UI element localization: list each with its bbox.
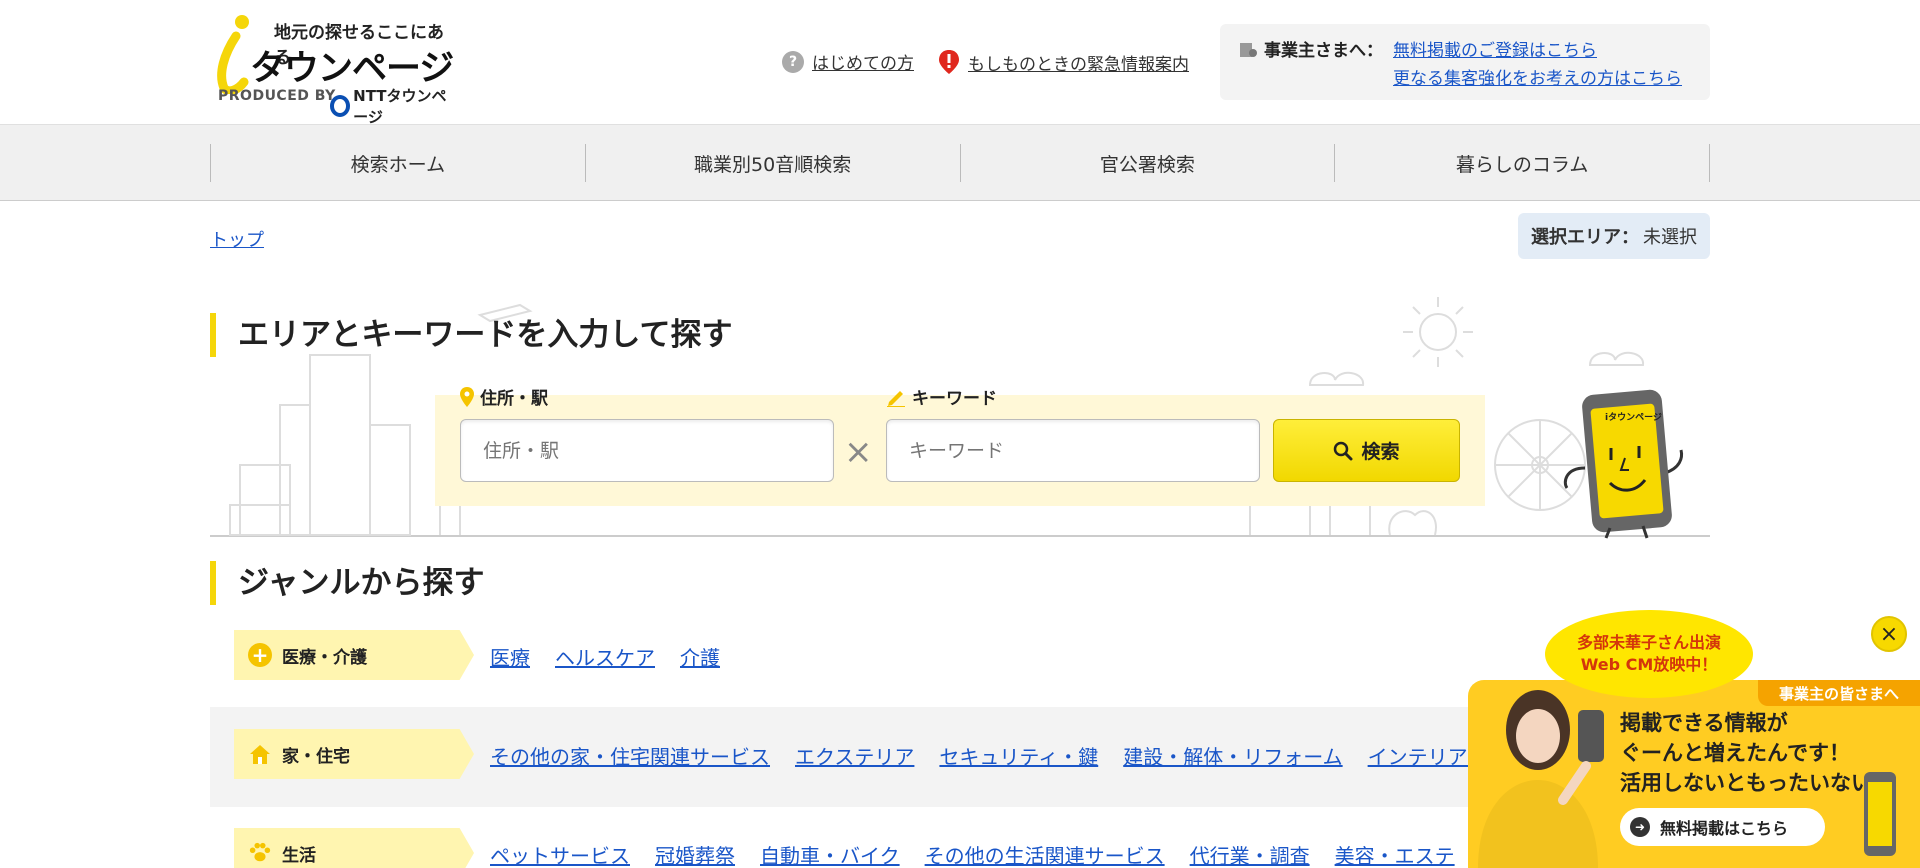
promo-phone-icon: [1578, 710, 1604, 762]
nav-item-government-search[interactable]: 官公署検索: [959, 144, 1335, 182]
emergency-link[interactable]: もしものときの緊急情報案内: [968, 50, 1189, 75]
promo-mascot-image: [1864, 772, 1896, 856]
question-icon: ?: [782, 50, 804, 73]
promo-header: 事業主の皆さまへ: [1758, 680, 1920, 706]
mascot-screen-text: iタウンページ: [1605, 411, 1662, 423]
paw-icon: [248, 841, 272, 865]
address-input[interactable]: [460, 419, 834, 482]
keyword-label: キーワード: [886, 384, 997, 409]
business-owner-text: 事業主さまへ：: [1264, 41, 1383, 61]
house-icon: [248, 742, 272, 766]
nav-item-search-home[interactable]: 検索ホーム: [210, 144, 585, 182]
genre-link[interactable]: 代行業・調査: [1190, 840, 1310, 868]
global-nav: 検索ホーム 職業別50音順検索 官公署検索 暮らしのコラム: [0, 124, 1920, 201]
genre-link[interactable]: エクステリア: [795, 741, 914, 770]
genre-link[interactable]: 冠婚葬祭: [655, 840, 735, 868]
first-time-link[interactable]: はじめての方: [812, 49, 914, 74]
genre-links-housing: その他の家・住宅関連サービス エクステリア セキュリティ・鍵 建設・解体・リフォ…: [490, 741, 1508, 770]
plus-icon: +: [248, 643, 272, 667]
promo-text-line1: 掲載できる情報が: [1620, 711, 1788, 735]
selected-area-label: 選択エリア：: [1531, 227, 1639, 248]
genre-link[interactable]: 建設・解体・リフォーム: [1123, 741, 1342, 770]
genre-label: 家・住宅: [282, 746, 350, 767]
address-label-text: 住所・駅: [480, 389, 548, 409]
genre-link[interactable]: 介護: [680, 642, 720, 671]
breadcrumb-top[interactable]: トップ: [210, 226, 264, 252]
promo-woman-image: [1478, 690, 1604, 868]
promo-button-label: 無料掲載はこちら: [1660, 819, 1789, 838]
pencil-icon: [887, 390, 905, 407]
promo-text-line2: ぐーんと増えたんです！: [1620, 741, 1850, 765]
search-icon: [1334, 441, 1353, 460]
business-icon: [1240, 42, 1257, 57]
free-register-link[interactable]: 無料掲載のご登録はこちら: [1393, 36, 1597, 61]
arrow-right-icon: ➜: [1630, 817, 1650, 837]
genre-link[interactable]: 自動車・バイク: [760, 840, 900, 868]
keyword-input[interactable]: [886, 419, 1260, 482]
promo-bubble-line2: Web CM放映中！: [1580, 655, 1718, 674]
genre-link[interactable]: セキュリティ・鍵: [939, 741, 1098, 770]
genre-link[interactable]: 医療: [490, 642, 530, 671]
promo-text: 掲載できる情報が ぐーんと増えたんです！ 活用しないともったいない！: [1620, 708, 1900, 798]
nav-item-category-search[interactable]: 職業別50音順検索: [584, 144, 960, 182]
genre-link[interactable]: ヘルスケア: [555, 642, 655, 671]
genre-tag-medical: + 医療・介護: [234, 630, 474, 680]
emergency-link-wrap: もしものときの緊急情報案内: [938, 49, 1189, 75]
search-button-label: 検索: [1361, 441, 1400, 463]
promo-free-listing-button[interactable]: ➜ 無料掲載はこちら: [1620, 808, 1825, 846]
genre-links-medical: 医療 ヘルスケア 介護: [490, 642, 720, 671]
promo-close-button[interactable]: ×: [1871, 616, 1907, 652]
times-separator: ×: [844, 432, 873, 472]
keyword-label-text: キーワード: [912, 389, 997, 409]
logo-produced-by: PRODUCED BY: [218, 88, 336, 104]
site-header: 地元の探せるここにある タウンページ PRODUCED BY NTTタウンページ…: [0, 0, 1920, 126]
business-owner-box: 事業主さまへ： 無料掲載のご登録はこちら 更なる集客強化をお考えの方はこちら: [1220, 24, 1710, 100]
genre-tag-life: 生活: [234, 828, 474, 868]
business-owner-label: 事業主さまへ：: [1238, 36, 1383, 61]
genre-links-life: ペットサービス 冠婚葬祭 自動車・バイク その他の生活関連サービス 代行業・調査…: [490, 840, 1455, 868]
logo-ntt-text: NTTタウンページ: [353, 87, 447, 126]
promo-bubble: 多部未華子さん出演 Web CM放映中！: [1545, 610, 1753, 698]
promo-bubble-line1: 多部未華子さん出演: [1576, 633, 1721, 652]
address-label: 住所・駅: [460, 384, 548, 409]
genre-link[interactable]: ペットサービス: [490, 840, 630, 868]
ntt-mark-icon: [330, 95, 351, 117]
genre-search-title: ジャンルから探す: [210, 561, 484, 605]
genre-link[interactable]: その他の生活関連サービス: [925, 840, 1165, 868]
global-nav-list: 検索ホーム 職業別50音順検索 官公署検索 暮らしのコラム: [210, 144, 1710, 182]
itownpage-logo[interactable]: 地元の探せるここにある タウンページ PRODUCED BY NTTタウンページ: [210, 12, 460, 126]
first-time-link-wrap: ? はじめての方: [782, 49, 914, 74]
area-keyword-search-title: エリアとキーワードを入力して探す: [210, 313, 732, 357]
nav-item-living-column[interactable]: 暮らしのコラム: [1334, 144, 1710, 182]
selected-area-value: 未選択: [1643, 227, 1697, 248]
genre-label: 医療・介護: [282, 647, 367, 668]
genre-label: 生活: [282, 845, 316, 866]
attract-customers-link[interactable]: 更なる集客強化をお考えの方はこちら: [1393, 64, 1682, 89]
logo-ntt: NTTタウンページ: [330, 85, 460, 127]
phone-mascot-image: iタウンページ: [1563, 389, 1684, 539]
genre-link[interactable]: 美容・エステ: [1335, 840, 1455, 868]
genre-tag-housing: 家・住宅: [234, 729, 474, 779]
alert-icon: [938, 49, 960, 75]
promo-text-line3: 活用しないともったいない！: [1620, 771, 1893, 795]
genre-link[interactable]: その他の家・住宅関連サービス: [490, 741, 770, 770]
location-pin-icon: [460, 386, 474, 407]
logo-name: タウンページ: [250, 49, 454, 89]
search-button[interactable]: 検索: [1273, 419, 1460, 482]
selected-area-badge[interactable]: 選択エリア： 未選択: [1518, 213, 1710, 259]
